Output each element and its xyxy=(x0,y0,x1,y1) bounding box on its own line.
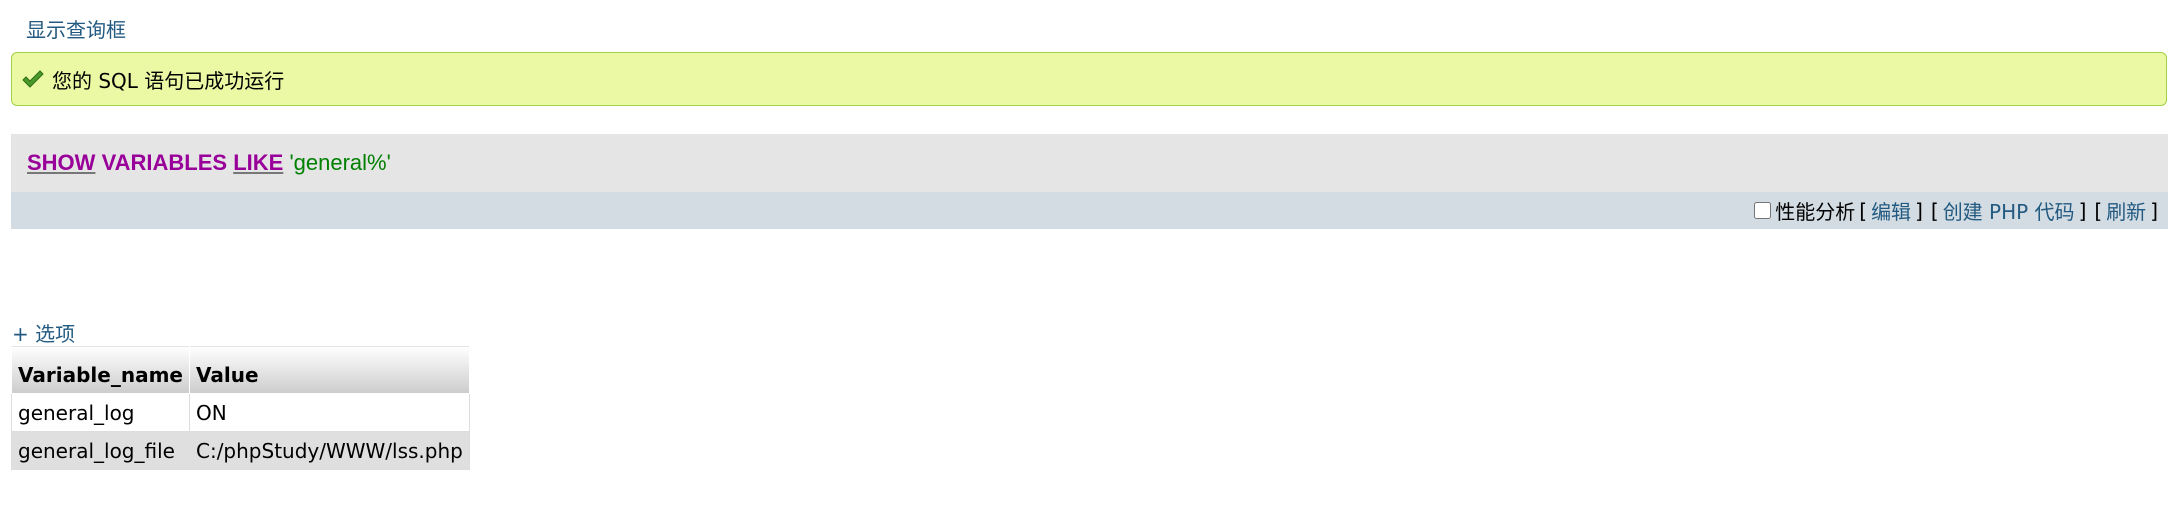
sql-string-literal: 'general%' xyxy=(289,150,391,175)
sql-keyword-variables: VARIABLES xyxy=(101,150,228,175)
bracket-open: [ xyxy=(2094,198,2103,223)
success-message-text: 您的 SQL 语句已成功运行 xyxy=(52,68,285,93)
bracket-open: [ xyxy=(1930,198,1939,223)
options-toggle-link[interactable]: + 选项 xyxy=(12,318,75,347)
success-message-box: 您的 SQL 语句已成功运行 xyxy=(11,52,2167,106)
profiling-checkbox[interactable] xyxy=(1754,202,1772,219)
create-php-code-link[interactable]: 创建 PHP 代码 xyxy=(1943,196,2075,225)
bracket-close: ] xyxy=(2078,198,2087,223)
checkmark-icon xyxy=(22,70,44,88)
query-tools-bar: 性能分析 [编辑] [创建 PHP 代码] [刷新] xyxy=(11,192,2168,229)
sql-query-display: SHOW VARIABLES LIKE 'general%' xyxy=(11,134,2168,192)
bracket-close: ] xyxy=(1915,198,1923,223)
table-row[interactable]: general_log ON xyxy=(11,393,470,432)
table-row[interactable]: general_log_file C:/phpStudy/WWW/lss.php xyxy=(11,431,470,470)
table-cell-variable-name: general_log xyxy=(11,393,190,432)
profiling-label[interactable]: 性能分析 xyxy=(1775,196,1855,225)
bracket-open: [ xyxy=(1859,198,1868,223)
sql-statement: SHOW VARIABLES LIKE 'general%' xyxy=(27,150,391,176)
bracket-close: ] xyxy=(2150,198,2158,223)
table-cell-value: C:/phpStudy/WWW/lss.php xyxy=(188,431,470,470)
column-header-variable-name[interactable]: Variable_name xyxy=(11,345,190,394)
table-cell-variable-name: general_log_file xyxy=(11,431,190,470)
results-table: Variable_name Value general_log ON gener… xyxy=(11,345,470,470)
column-header-value[interactable]: Value xyxy=(188,345,470,394)
sql-keyword-show[interactable]: SHOW xyxy=(27,150,95,175)
table-header-row: Variable_name Value xyxy=(11,345,470,394)
edit-link[interactable]: 编辑 xyxy=(1871,196,1911,225)
show-query-box-link[interactable]: 显示查询框 xyxy=(26,14,126,43)
refresh-link[interactable]: 刷新 xyxy=(2106,196,2146,225)
sql-keyword-like[interactable]: LIKE xyxy=(233,150,283,175)
table-cell-value: ON xyxy=(188,393,470,432)
